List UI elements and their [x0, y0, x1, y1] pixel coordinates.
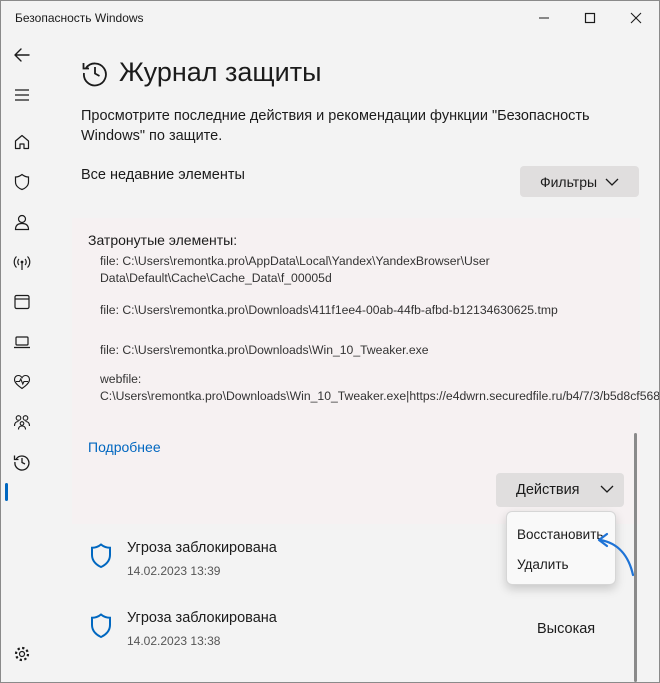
actions-label: Действия	[516, 482, 580, 498]
sidebar-item-virus-protection[interactable]	[5, 166, 39, 198]
back-arrow-icon	[14, 48, 30, 62]
app-browser-icon	[14, 294, 30, 310]
person-icon	[14, 214, 30, 231]
affected-file-item: file: C:\Users\remontka.pro\Downloads\Wi…	[100, 343, 429, 357]
sidebar-item-settings[interactable]	[5, 638, 39, 670]
family-icon	[13, 415, 31, 430]
page-description: Просмотрите последние действия и рекомен…	[81, 108, 590, 144]
sidebar-item-network[interactable]	[5, 246, 39, 278]
shield-icon	[91, 543, 111, 569]
shield-icon	[91, 613, 111, 639]
sidebar	[1, 35, 43, 682]
maximize-icon	[584, 12, 596, 24]
chevron-down-icon	[605, 178, 619, 186]
sidebar-item-family[interactable]	[5, 406, 39, 438]
history-icon	[13, 455, 30, 471]
close-button[interactable]	[613, 1, 659, 35]
title-bar: Безопасность Windows	[1, 1, 659, 35]
recent-items-label: Все недавние элементы	[81, 167, 245, 183]
sidebar-item-home[interactable]	[5, 126, 39, 158]
affected-file-item: file: C:\Users\remontka.pro\AppData\Loca…	[100, 254, 490, 285]
chevron-down-icon	[600, 485, 614, 493]
maximize-button[interactable]	[567, 1, 613, 35]
threat-date: 14.02.2023 13:39	[127, 564, 221, 578]
heart-pulse-icon	[13, 374, 31, 390]
network-icon	[13, 256, 31, 270]
filters-label: Фильтры	[539, 173, 598, 190]
selected-indicator	[5, 483, 8, 501]
threat-title: Угроза заблокирована	[127, 610, 277, 626]
threat-date: 14.02.2023 13:38	[127, 634, 221, 648]
shield-icon	[14, 173, 30, 191]
threat-list-item[interactable]: Угроза заблокирована 14.02.2023 13:38 Вы…	[72, 597, 640, 665]
affected-file-item: file: C:\Users\remontka.pro\Downloads\41…	[100, 303, 558, 317]
minimize-button[interactable]	[521, 1, 567, 35]
page-title: Журнал защиты	[119, 57, 322, 87]
menu-button[interactable]	[5, 79, 39, 111]
actions-button[interactable]: Действия	[496, 473, 624, 507]
sidebar-item-account[interactable]	[5, 206, 39, 238]
main-content: Журнал защиты Просмотрите последние дейс…	[43, 35, 659, 682]
threat-details-card: Затронутые элементы: file: C:\Users\remo…	[72, 218, 659, 524]
hamburger-menu-icon	[15, 89, 29, 101]
settings-icon	[14, 646, 30, 662]
sidebar-item-app-browser[interactable]	[5, 286, 39, 318]
sidebar-item-device-health[interactable]	[5, 366, 39, 398]
close-icon	[630, 12, 642, 24]
annotation-arrow-icon	[597, 532, 635, 577]
affected-items-label: Затронутые элементы:	[88, 232, 238, 248]
filters-button[interactable]: Фильтры	[520, 166, 639, 197]
home-icon	[14, 134, 30, 150]
sidebar-item-device-security[interactable]	[5, 326, 39, 358]
more-details-link[interactable]: Подробнее	[88, 439, 161, 455]
minimize-icon	[539, 17, 549, 19]
threat-title: Угроза заблокирована	[127, 540, 277, 556]
back-button[interactable]	[5, 39, 39, 71]
sidebar-item-protection-history[interactable]	[5, 446, 39, 478]
history-icon	[81, 59, 109, 92]
laptop-icon	[14, 336, 30, 349]
threat-severity: Высокая	[537, 621, 596, 637]
app-window: Безопасность Windows Журнал защиты Просм…	[0, 0, 660, 683]
affected-file-item: webfile: C:\Users\remontka.pro\Downloads…	[100, 372, 659, 403]
window-title: Безопасность Windows	[15, 11, 144, 25]
